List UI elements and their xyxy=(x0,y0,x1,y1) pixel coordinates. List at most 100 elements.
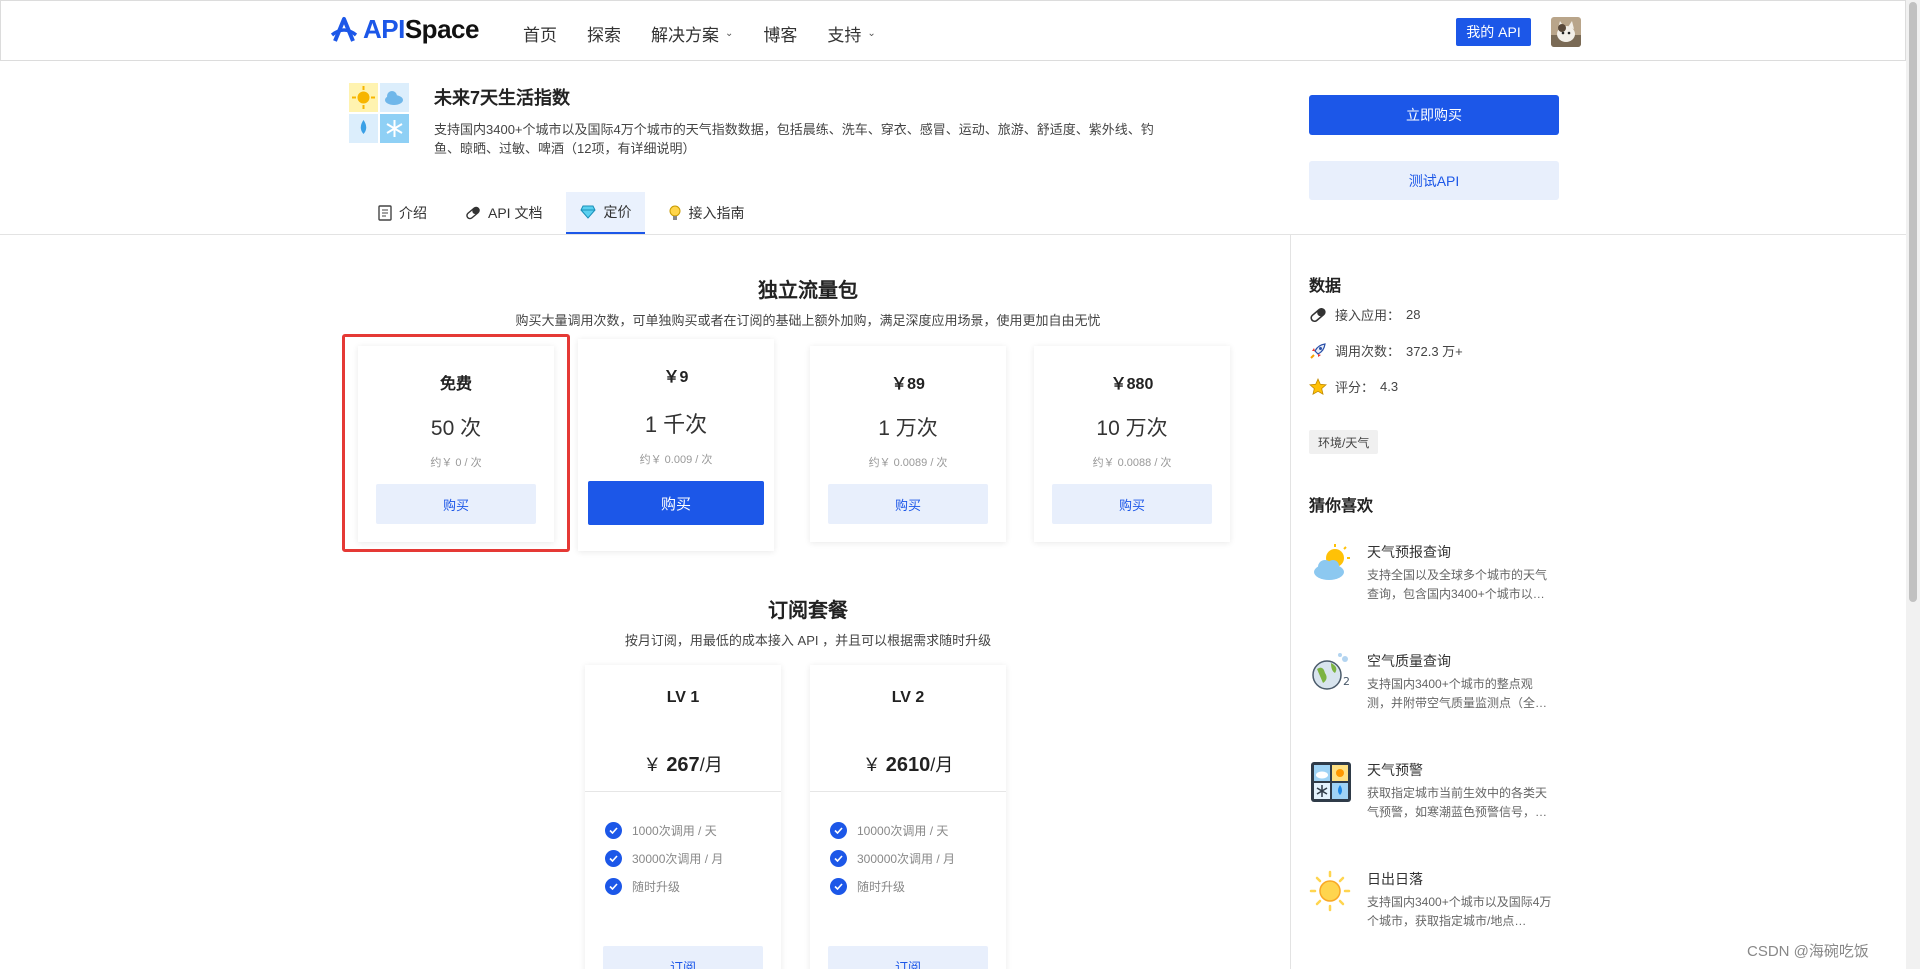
plan-feature: 随时升级 xyxy=(605,872,781,900)
check-icon xyxy=(605,877,622,895)
tab-pricing[interactable]: 定价 xyxy=(566,192,646,234)
my-api-button[interactable]: 我的 API xyxy=(1456,18,1531,46)
nav-support-label: 支持 xyxy=(827,26,862,45)
recommend-item-title: 天气预警 xyxy=(1367,762,1423,778)
tab-api-docs-label: API 文档 xyxy=(488,205,543,221)
recommend-item[interactable]: 天气预报查询 支持全国以及全球多个城市的天气查询，包含国内3400+个城市以… xyxy=(1309,542,1549,622)
diamond-icon xyxy=(580,205,597,219)
product-icon xyxy=(348,82,410,144)
nav-solutions[interactable]: 解决方案 ⌄ xyxy=(651,21,733,46)
pack-count: 1 万次 xyxy=(878,417,938,440)
scrollbar-thumb[interactable] xyxy=(1909,2,1917,602)
recommend-item[interactable]: 天气预警 获取指定城市当前生效中的各类天气预警，如寒潮蓝色预警信号，… xyxy=(1309,760,1549,840)
tab-intro[interactable]: 介绍 xyxy=(364,192,441,234)
tab-guide[interactable]: 接入指南 xyxy=(655,192,758,234)
category-tag[interactable]: 环境/天气 xyxy=(1309,430,1379,454)
nav-explore[interactable]: 探索 xyxy=(587,21,621,46)
globe-co2-icon: 2 xyxy=(1309,651,1353,695)
nav-blog[interactable]: 博客 xyxy=(763,21,797,46)
subscriptions-title: 订阅套餐 xyxy=(768,600,848,622)
pack-price: ￥880 xyxy=(1110,376,1154,393)
plan-feature: 10000次调用 / 天 xyxy=(830,816,1006,844)
pack-unit-price: 约￥ 0.0089 / 次 xyxy=(868,457,948,469)
pack-unit-price: 约￥ 0.0088 / 次 xyxy=(1092,457,1172,469)
nav-explore-label: 探索 xyxy=(587,26,621,45)
stat-value: 28 xyxy=(1406,307,1421,322)
stat-rating: 评分： 4.3 xyxy=(1309,377,1398,396)
tab-api-docs[interactable]: API 文档 xyxy=(451,192,556,234)
plan-feature: 1000次调用 / 天 xyxy=(605,816,781,844)
logo-text-api: API xyxy=(363,14,405,44)
page-scrollbar[interactable] xyxy=(1906,0,1920,969)
pack-card-89: ￥89 1 万次 约￥ 0.0089 / 次 购买 xyxy=(810,346,1006,542)
bulb-icon xyxy=(669,205,681,221)
nav-blog-label: 博客 xyxy=(763,26,798,45)
plan-card-lv2: LV 2 ￥ 2610/月 10000次调用 / 天 300000次调用 / 月… xyxy=(810,665,1006,969)
document-icon xyxy=(378,205,392,221)
subscribe-button[interactable]: 订阅 xyxy=(828,946,988,969)
stat-label: 接入应用： xyxy=(1335,308,1401,323)
pack-buy-button[interactable]: 购买 xyxy=(588,481,764,525)
plan-feature-text: 1000次调用 / 天 xyxy=(632,823,717,838)
plan-currency: ￥ xyxy=(643,755,662,775)
pack-price: ￥89 xyxy=(891,376,925,393)
pack-buy-button[interactable]: 购买 xyxy=(1052,484,1212,524)
subscribe-button[interactable]: 订阅 xyxy=(603,946,763,969)
plan-feature-text: 随时升级 xyxy=(857,879,906,894)
plan-feature-text: 10000次调用 / 天 xyxy=(857,823,949,838)
pill-icon xyxy=(465,205,481,221)
recommend-item-desc: 支持国内3400+个城市的整点观测，并附带空气质量监测点（全… xyxy=(1367,677,1548,710)
stat-apps: 接入应用： 28 xyxy=(1309,305,1420,324)
watermark: CSDN @海碗吃饭 xyxy=(1747,943,1869,960)
user-avatar[interactable] xyxy=(1551,17,1581,47)
test-api-button[interactable]: 测试API xyxy=(1309,161,1559,200)
nav-home[interactable]: 首页 xyxy=(523,21,557,46)
weather-grid-icon xyxy=(1309,760,1353,804)
plan-level: LV 2 xyxy=(891,689,925,706)
buy-now-button[interactable]: 立即购买 xyxy=(1309,95,1559,135)
tab-pricing-label: 定价 xyxy=(603,204,632,220)
tab-guide-label: 接入指南 xyxy=(688,205,745,221)
stat-calls: 调用次数： 372.3 万+ xyxy=(1309,341,1463,360)
plan-period: /月 xyxy=(699,755,723,775)
pack-buy-button[interactable]: 购买 xyxy=(828,484,988,524)
cat-avatar-icon xyxy=(1551,17,1581,47)
plan-feature-text: 30000次调用 / 月 xyxy=(632,851,724,866)
packs-title: 独立流量包 xyxy=(758,280,858,302)
recommend-item[interactable]: 日出日落 支持国内3400+个城市以及国际4万个城市，获取指定城市/地点… xyxy=(1309,869,1552,949)
sidebar-divider xyxy=(1290,235,1291,969)
stat-label: 调用次数： xyxy=(1335,344,1401,359)
top-navbar: APISpace 首页 探索 解决方案 ⌄ 博客 支持 ⌄ 我的 API xyxy=(0,0,1906,61)
nav-support[interactable]: 支持 ⌄ xyxy=(827,21,875,46)
apispace-logo[interactable]: APISpace xyxy=(329,14,479,45)
pack-unit-price: 约￥ 0.009 / 次 xyxy=(639,454,713,466)
subscriptions-subtitle: 按月订阅，用最低的成本接入 API ，并且可以根据需求随时升级 xyxy=(624,633,992,648)
check-icon xyxy=(605,821,622,839)
sun-cloud-icon xyxy=(1309,542,1353,586)
recommend-item-title: 天气预报查询 xyxy=(1367,544,1451,560)
nav-solutions-label: 解决方案 xyxy=(651,26,719,45)
recommend-item-desc: 支持国内3400+个城市以及国际4万个城市，获取指定城市/地点… xyxy=(1367,895,1552,928)
logo-text-space: Space xyxy=(404,14,480,44)
stat-label: 评分： xyxy=(1335,380,1375,395)
svg-text:2: 2 xyxy=(1343,675,1350,688)
tab-intro-label: 介绍 xyxy=(399,205,427,221)
highlight-box xyxy=(342,334,570,552)
plan-feature-text: 随时升级 xyxy=(632,879,681,894)
star-icon xyxy=(1309,377,1329,396)
rocket-icon xyxy=(1309,342,1329,360)
header-divider xyxy=(0,234,1906,235)
recommend-item[interactable]: 2 空气质量查询 支持国内3400+个城市的整点观测，并附带空气质量监测点（全… xyxy=(1309,651,1549,731)
plan-feature: 随时升级 xyxy=(830,872,1006,900)
data-title: 数据 xyxy=(1309,278,1342,295)
chevron-down-icon: ⌄ xyxy=(867,28,876,39)
plan-currency: ￥ xyxy=(862,755,881,775)
stat-value: 4.3 xyxy=(1380,379,1399,394)
packs-subtitle: 购买大量调用次数，可单独购买或者在订阅的基础上额外加购，满足深度应用场景，使用更… xyxy=(515,313,1101,328)
main-nav: 首页 探索 解决方案 ⌄ 博客 支持 ⌄ xyxy=(523,21,906,46)
recommend-item-title: 日出日落 xyxy=(1367,871,1423,887)
pack-card-9: ￥9 1 千次 约￥ 0.009 / 次 购买 xyxy=(578,339,774,551)
pill-icon xyxy=(1309,306,1329,324)
plan-feature: 300000次调用 / 月 xyxy=(830,844,1006,872)
plan-price: ￥ 2610/月 xyxy=(810,751,1006,777)
